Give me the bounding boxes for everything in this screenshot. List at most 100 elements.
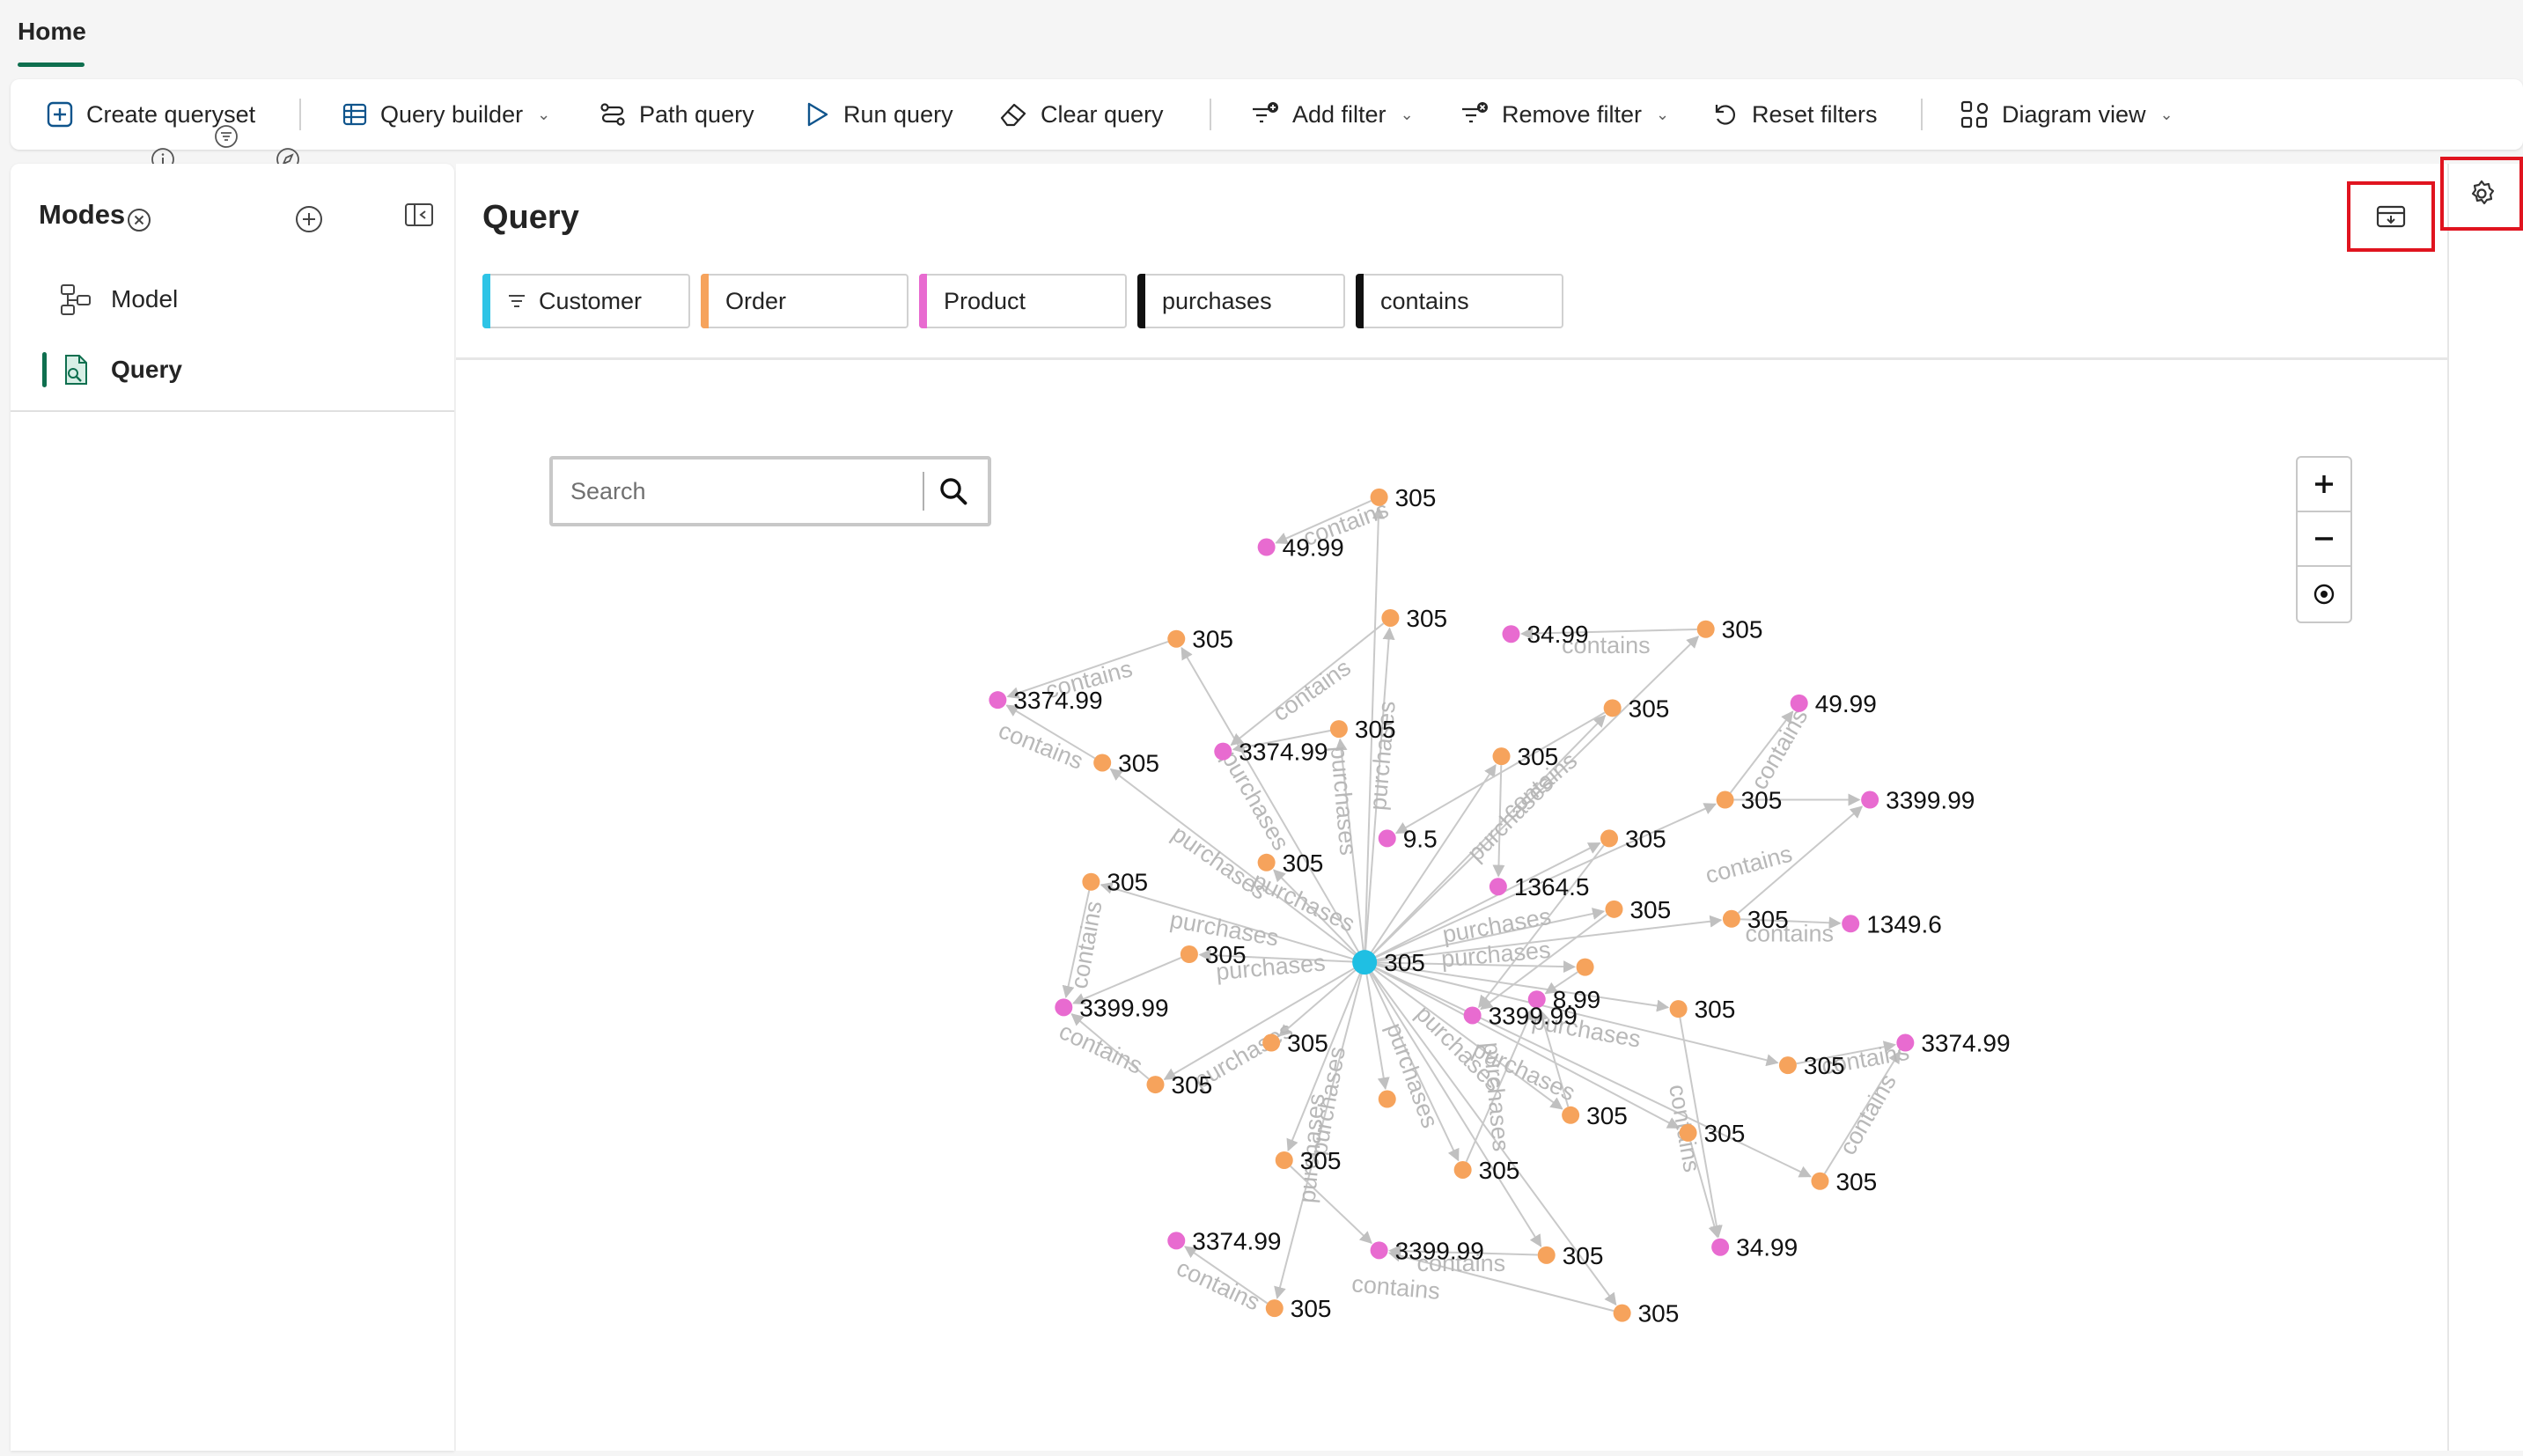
tab-home[interactable]: Home bbox=[18, 18, 86, 46]
reset-filters-button[interactable]: Reset filters bbox=[1711, 95, 1878, 134]
graph-node-order[interactable]: 305 bbox=[1605, 896, 1671, 923]
graph-node-product[interactable]: 34.99 bbox=[1502, 621, 1589, 648]
graph-node-order[interactable]: 305 bbox=[1180, 941, 1247, 968]
node-dot[interactable] bbox=[1861, 791, 1879, 809]
graph-node-order[interactable]: 305 bbox=[1562, 1102, 1628, 1129]
settings-button[interactable] bbox=[2440, 157, 2523, 231]
node-dot[interactable] bbox=[1370, 488, 1388, 506]
remove-filter-button[interactable]: Remove filter ⌄ bbox=[1460, 95, 1669, 134]
node-dot[interactable] bbox=[1275, 1151, 1293, 1169]
node-dot[interactable] bbox=[1603, 699, 1622, 717]
node-dot[interactable] bbox=[1896, 1033, 1915, 1052]
node-dot[interactable] bbox=[1716, 791, 1734, 809]
node-dot[interactable] bbox=[1502, 625, 1520, 643]
query-builder-button[interactable]: Query builder ⌄ bbox=[342, 95, 550, 134]
node-dot[interactable] bbox=[1537, 1246, 1556, 1264]
node-dot[interactable] bbox=[1167, 1232, 1186, 1250]
node-dot[interactable] bbox=[1082, 872, 1100, 891]
zoom-out-button[interactable] bbox=[2298, 512, 2350, 567]
node-dot[interactable] bbox=[1370, 1241, 1388, 1260]
graph-node-product[interactable]: 1349.6 bbox=[1842, 910, 1942, 938]
graph-node-order[interactable]: 305 bbox=[1778, 1052, 1845, 1079]
graph-node-order[interactable] bbox=[1378, 1090, 1396, 1108]
node-dot[interactable] bbox=[1463, 1006, 1482, 1025]
node-dot[interactable] bbox=[1790, 694, 1808, 712]
graph-node-product[interactable]: 9.5 bbox=[1378, 825, 1438, 852]
node-dot[interactable] bbox=[1329, 720, 1348, 739]
graph-node-product[interactable]: 3399.99 bbox=[1463, 1002, 1578, 1029]
graph-node-order[interactable]: 305 bbox=[1492, 743, 1559, 770]
graph-node-product[interactable]: 3374.99 bbox=[1167, 1227, 1281, 1254]
graph-node-order[interactable]: 305 bbox=[1613, 1300, 1680, 1327]
node-dot[interactable] bbox=[1257, 538, 1276, 556]
clear-query-button[interactable]: Clear query bbox=[998, 95, 1164, 134]
node-dot[interactable] bbox=[1257, 853, 1276, 871]
close-circle-icon[interactable] bbox=[125, 206, 153, 234]
graph-node-product[interactable]: 3374.99 bbox=[989, 687, 1103, 714]
search-input[interactable] bbox=[553, 477, 923, 505]
node-dot[interactable] bbox=[1679, 1123, 1697, 1142]
path-query-button[interactable]: Path query bbox=[599, 95, 754, 134]
node-dot[interactable] bbox=[1562, 1106, 1580, 1124]
node-dot[interactable] bbox=[1696, 620, 1715, 638]
graph-node-order[interactable]: 305 bbox=[1082, 869, 1148, 896]
node-dot[interactable] bbox=[1492, 747, 1511, 766]
graph-node-order[interactable]: 305 bbox=[1696, 616, 1763, 643]
graph-node-customer[interactable]: 305 bbox=[1352, 949, 1425, 976]
node-dot[interactable] bbox=[1722, 909, 1740, 928]
node-dot[interactable] bbox=[1811, 1172, 1829, 1190]
node-dot[interactable] bbox=[1842, 915, 1860, 933]
node-dot[interactable] bbox=[1055, 998, 1073, 1017]
node-dot[interactable] bbox=[989, 691, 1007, 710]
graph-node-order[interactable]: 305 bbox=[1453, 1157, 1520, 1184]
graph-node-product[interactable]: 3399.99 bbox=[1055, 994, 1169, 1021]
graph-node-order[interactable]: 305 bbox=[1093, 749, 1159, 776]
graph-node-order[interactable]: 305 bbox=[1716, 787, 1783, 814]
graph-node-order[interactable]: 305 bbox=[1167, 626, 1233, 653]
zoom-in-button[interactable] bbox=[2298, 458, 2350, 512]
node-dot[interactable] bbox=[1381, 608, 1400, 627]
node-dot[interactable] bbox=[1180, 945, 1198, 964]
graph-node-product[interactable]: 3399.99 bbox=[1370, 1237, 1484, 1264]
recenter-button[interactable] bbox=[2298, 567, 2350, 621]
node-dot[interactable] bbox=[1378, 829, 1396, 848]
node-dot[interactable] bbox=[1605, 900, 1623, 918]
node-dot[interactable] bbox=[1378, 1090, 1396, 1108]
graph-node-order[interactable]: 305 bbox=[1722, 906, 1789, 933]
graph-node-order[interactable]: 305 bbox=[1537, 1242, 1604, 1269]
node-dot[interactable] bbox=[1352, 950, 1378, 975]
add-filter-button[interactable]: Add filter ⌄ bbox=[1250, 95, 1414, 134]
node-dot[interactable] bbox=[1576, 958, 1594, 976]
node-dot[interactable] bbox=[1214, 742, 1232, 761]
diagram-view-button[interactable]: Diagram view ⌄ bbox=[1960, 95, 2174, 134]
node-dot[interactable] bbox=[1093, 754, 1112, 772]
node-dot[interactable] bbox=[1146, 1076, 1165, 1094]
filter-circle-icon[interactable] bbox=[213, 123, 239, 150]
graph-node-order[interactable]: 305 bbox=[1146, 1071, 1213, 1099]
node-dot[interactable] bbox=[1453, 1160, 1472, 1179]
graph-node-order[interactable]: 305 bbox=[1265, 1295, 1332, 1322]
graph-node-order[interactable]: 305 bbox=[1381, 605, 1447, 632]
collapse-panel-icon[interactable] bbox=[403, 201, 435, 229]
run-query-button[interactable]: Run query bbox=[803, 95, 953, 134]
add-mode-icon[interactable] bbox=[294, 204, 324, 234]
search-button[interactable] bbox=[924, 460, 982, 523]
node-dot[interactable] bbox=[1600, 829, 1618, 848]
graph-node-order[interactable]: 305 bbox=[1600, 825, 1666, 852]
node-dot[interactable] bbox=[1669, 1000, 1688, 1018]
graph-canvas[interactable]: contains contains contains contains contains… bbox=[456, 164, 2447, 1451]
graph-node-product[interactable]: 34.99 bbox=[1711, 1234, 1798, 1261]
graph-node-product[interactable]: 49.99 bbox=[1257, 534, 1344, 562]
mode-item-model[interactable]: Model bbox=[32, 271, 433, 327]
mode-item-query[interactable]: Query bbox=[32, 342, 433, 398]
graph-node-order[interactable]: 305 bbox=[1329, 716, 1396, 743]
node-dot[interactable] bbox=[1711, 1238, 1730, 1256]
node-dot[interactable] bbox=[1262, 1033, 1281, 1052]
node-dot[interactable] bbox=[1265, 1299, 1284, 1318]
node-dot[interactable] bbox=[1489, 878, 1507, 896]
graph-node-order[interactable] bbox=[1576, 958, 1594, 976]
node-dot[interactable] bbox=[1167, 629, 1186, 648]
graph-node-product[interactable]: 3399.99 bbox=[1861, 787, 1975, 814]
graph-node-product[interactable]: 1364.5 bbox=[1489, 873, 1590, 901]
graph-node-order[interactable]: 305 bbox=[1603, 695, 1670, 722]
